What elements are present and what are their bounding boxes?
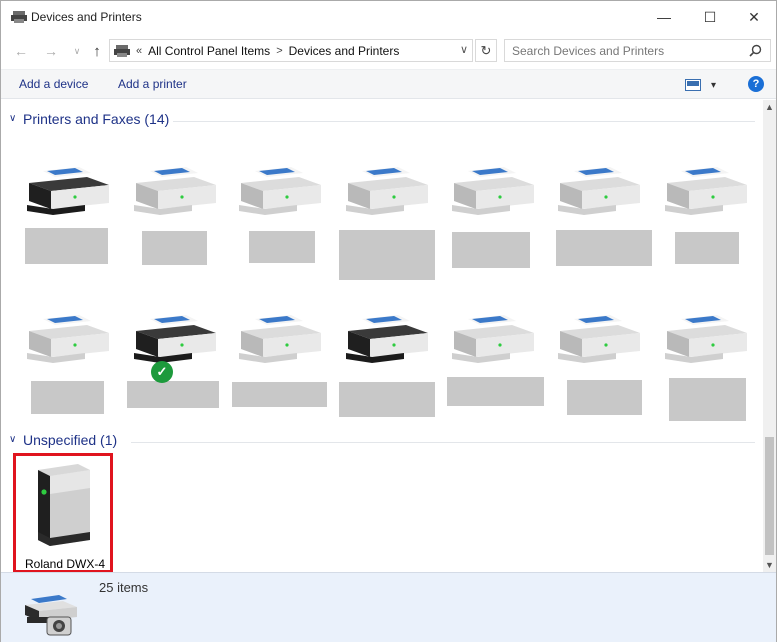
printer-icon (452, 167, 534, 215)
address-row: ← → ∨ ↑ « All Control Panel Items > Devi… (1, 35, 776, 67)
printer-label-redacted (31, 381, 104, 414)
printer-label-redacted (669, 378, 746, 421)
printer-icon (27, 315, 109, 363)
breadcrumb-devices-and-printers[interactable]: Devices and Printers (289, 44, 400, 58)
printer-label-redacted (556, 230, 652, 266)
printer-icon (239, 167, 321, 215)
printer-icon (558, 315, 640, 363)
group-header-printers[interactable]: ∨ Printers and Faxes (14) (1, 111, 763, 131)
server-tower-icon (38, 464, 90, 546)
help-button[interactable]: ? (748, 76, 764, 92)
add-device-button[interactable]: Add a device (19, 77, 88, 91)
command-bar: Add a device Add a printer ▾ ? (1, 69, 776, 99)
printer-icon (346, 315, 428, 363)
address-dropdown-button[interactable]: ∨ (460, 43, 468, 56)
device-label: Roland DWX-4 (25, 557, 106, 571)
printer-label-redacted (452, 232, 530, 268)
printer-icon (239, 315, 321, 363)
add-printer-button[interactable]: Add a printer (118, 77, 187, 91)
printer-label-redacted (339, 230, 435, 280)
printer-icon (558, 167, 640, 215)
devices-printers-icon (11, 11, 27, 23)
content-area: ∨ Printers and Faxes (14) ✓ ∨ Unspecifie… (1, 100, 763, 572)
close-button[interactable]: ✕ (731, 1, 777, 33)
group-divider (131, 442, 755, 443)
details-pane: 25 items (1, 572, 776, 642)
device-roland-dwx-4[interactable]: Roland DWX-4 (13, 453, 113, 572)
devices-and-printers-window: Devices and Printers — ☐ ✕ ← → ∨ ↑ « All… (0, 0, 777, 642)
printer-label-redacted (142, 231, 207, 265)
scroll-thumb[interactable] (765, 437, 774, 555)
printer-label-redacted (249, 231, 315, 263)
printer-label-redacted (447, 377, 544, 406)
printer-label-redacted (232, 382, 327, 407)
view-icon (685, 79, 701, 91)
view-dropdown-icon[interactable]: ▾ (711, 80, 716, 91)
address-bar[interactable]: « All Control Panel Items > Devices and … (109, 39, 473, 62)
title-bar: Devices and Printers — ☐ ✕ (1, 1, 776, 33)
back-button[interactable]: ← (11, 41, 31, 61)
vertical-scrollbar[interactable]: ▲ ▼ (763, 100, 776, 572)
default-printer-check-icon: ✓ (151, 361, 173, 383)
scroll-down-button[interactable]: ▼ (765, 560, 774, 570)
printer-icon (665, 167, 747, 215)
breadcrumb-overflow[interactable]: « (136, 45, 142, 57)
forward-button[interactable]: → (41, 41, 61, 61)
group-title-unspecified[interactable]: Unspecified (1) (23, 432, 117, 448)
group-title-printers[interactable]: Printers and Faxes (14) (23, 111, 169, 127)
refresh-button[interactable]: ↻ (475, 39, 497, 62)
control-panel-icon (114, 44, 130, 57)
printer-icon (665, 315, 747, 363)
breadcrumb-separator[interactable]: > (276, 45, 282, 57)
printer-label-redacted (675, 232, 739, 264)
printer-icon (346, 167, 428, 215)
item-count: 25 items (99, 580, 149, 595)
search-input[interactable] (505, 43, 745, 58)
collapse-chevron-icon[interactable]: ∨ (9, 434, 16, 445)
change-view-button[interactable]: ▾ (685, 77, 721, 93)
printer-label-redacted (25, 228, 108, 264)
printer-icon (134, 315, 216, 363)
maximize-button[interactable]: ☐ (687, 1, 733, 33)
window-title: Devices and Printers (31, 10, 142, 24)
printer-icon (452, 315, 534, 363)
printer-label-redacted (339, 382, 435, 417)
scroll-up-button[interactable]: ▲ (765, 102, 774, 112)
collapse-chevron-icon[interactable]: ∨ (9, 113, 16, 124)
printer-label-redacted (127, 381, 219, 408)
printer-camera-icon (25, 595, 77, 636)
search-icon[interactable] (749, 44, 762, 57)
printer-icon (134, 167, 216, 215)
group-divider (173, 121, 755, 122)
printer-icon (27, 167, 109, 215)
breadcrumb-all-control-panel-items[interactable]: All Control Panel Items (148, 44, 270, 58)
group-header-unspecified[interactable]: ∨ Unspecified (1) (1, 432, 763, 452)
search-box[interactable] (504, 39, 771, 62)
printer-label-redacted (567, 380, 642, 415)
recent-locations-button[interactable]: ∨ (67, 41, 87, 61)
up-button[interactable]: ↑ (87, 41, 107, 61)
minimize-button[interactable]: — (641, 1, 687, 33)
